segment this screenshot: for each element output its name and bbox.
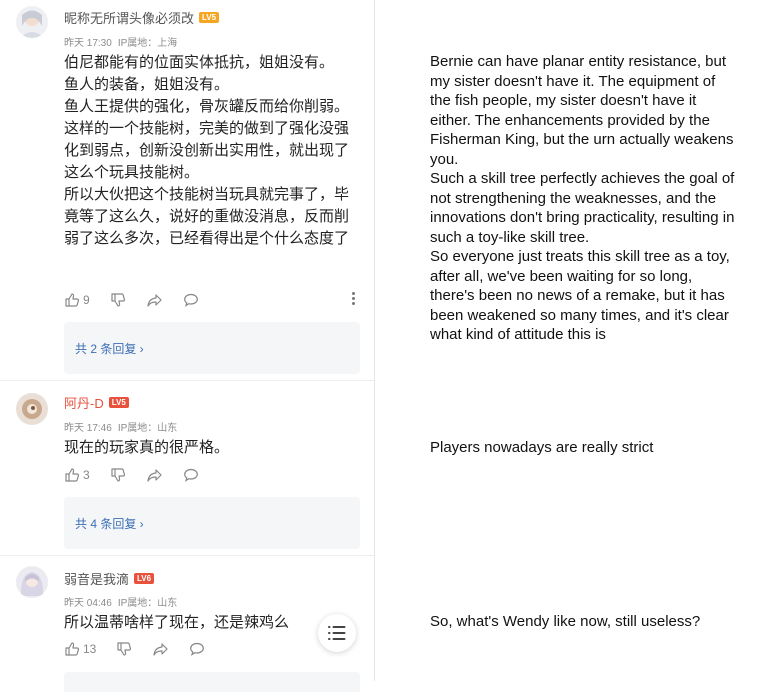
username[interactable]: 阿丹-D LV5	[64, 393, 129, 412]
share-button[interactable]	[146, 292, 163, 308]
floating-menu-button[interactable]	[318, 614, 356, 652]
username-text: 昵称无所谓头像必须改	[64, 11, 195, 26]
replies-panel[interactable]: 共 2 条回复 ›	[64, 322, 360, 374]
level-badge: LV5	[199, 12, 220, 23]
comment-time: 昨天 17:30	[64, 38, 112, 49]
comment-item: 昵称无所谓头像必须改 LV5 昨天 17:30 IP属地：上海 伯尼都能有的位面实…	[0, 0, 374, 380]
comment-item: 阿丹-D LV5 昨天 17:46 IP属地：山东 现在的玩家真的很严格。 3 共…	[0, 381, 374, 555]
ip-location: IP属地：山东	[117, 598, 178, 609]
avatar[interactable]	[16, 566, 48, 598]
dislike-button[interactable]	[110, 292, 126, 308]
share-icon	[147, 294, 162, 307]
like-count: 3	[83, 468, 90, 482]
more-vertical-icon[interactable]	[346, 292, 360, 308]
list-menu-icon	[328, 626, 346, 640]
username[interactable]: 弱音是我滴 LV6	[64, 569, 155, 588]
thumb-up-icon	[65, 468, 80, 482]
column-divider	[374, 0, 375, 681]
comment-text: 所以温蒂啥样了现在，还是辣鸡么	[64, 614, 290, 631]
comment-meta: 昨天 17:46 IP属地：山东	[64, 419, 177, 434]
comment-actions: 9	[64, 290, 360, 310]
translation-2: Players nowadays are really strict	[430, 439, 654, 456]
replies-panel[interactable]	[64, 672, 360, 692]
view-replies-link[interactable]: 共 2 条回复 ›	[75, 340, 144, 357]
thumb-down-icon	[111, 468, 125, 482]
comment-meta: 昨天 17:30 IP属地：上海	[64, 34, 177, 49]
reply-button[interactable]	[183, 292, 199, 308]
reply-button[interactable]	[183, 467, 199, 483]
comment-list: 昵称无所谓头像必须改 LV5 昨天 17:30 IP属地：上海 伯尼都能有的位面实…	[0, 0, 374, 692]
thumb-up-icon	[65, 293, 80, 307]
dislike-button[interactable]	[110, 467, 126, 483]
share-icon	[147, 469, 162, 482]
comment-item: 弱音是我滴 LV6 昨天 04:46 IP属地：山东 所以温蒂啥样了现在，还是辣鸡…	[0, 556, 374, 692]
ip-location: IP属地：上海	[117, 38, 178, 49]
dislike-button[interactable]	[116, 641, 132, 657]
level-badge: LV6	[134, 573, 155, 584]
like-button[interactable]: 9	[64, 292, 90, 308]
username-text: 阿丹-D	[64, 396, 104, 411]
like-count: 9	[83, 293, 90, 307]
ip-location: IP属地：山东	[117, 423, 178, 434]
thumb-down-icon	[117, 642, 132, 656]
translation-1: Bernie can have planar entity resistance…	[430, 53, 735, 343]
comment-time: 昨天 04:46	[64, 598, 112, 609]
avatar[interactable]	[16, 393, 48, 425]
username-text: 弱音是我滴	[64, 572, 130, 587]
translation-3: So, what's Wendy like now, still useless…	[430, 613, 701, 630]
share-button[interactable]	[152, 641, 169, 657]
comment-icon	[183, 468, 198, 482]
comment-actions: 3	[64, 465, 360, 485]
comment-text: 伯尼都能有的位面实体抵抗，姐姐没有。 鱼人的装备，姐姐没有。 鱼人王提供的强化，…	[64, 54, 350, 247]
comment-actions: 13	[64, 639, 360, 659]
replies-panel[interactable]: 共 4 条回复 ›	[64, 497, 360, 549]
like-button[interactable]: 13	[64, 641, 96, 657]
share-button[interactable]	[146, 467, 163, 483]
thumb-down-icon	[111, 293, 125, 307]
comment-meta: 昨天 04:46 IP属地：山东	[64, 594, 177, 609]
comment-text: 现在的玩家真的很严格。	[64, 439, 230, 456]
avatar[interactable]	[16, 6, 48, 38]
share-icon	[153, 643, 168, 656]
comment-time: 昨天 17:46	[64, 423, 112, 434]
username[interactable]: 昵称无所谓头像必须改 LV5	[64, 8, 220, 27]
comment-icon	[190, 642, 205, 656]
like-count: 13	[83, 642, 97, 656]
comment-icon	[183, 293, 198, 307]
thumb-up-icon	[65, 642, 80, 656]
like-button[interactable]: 3	[64, 467, 90, 483]
view-replies-link[interactable]: 共 4 条回复 ›	[75, 515, 144, 532]
level-badge: LV5	[108, 397, 129, 408]
reply-button[interactable]	[189, 641, 205, 657]
